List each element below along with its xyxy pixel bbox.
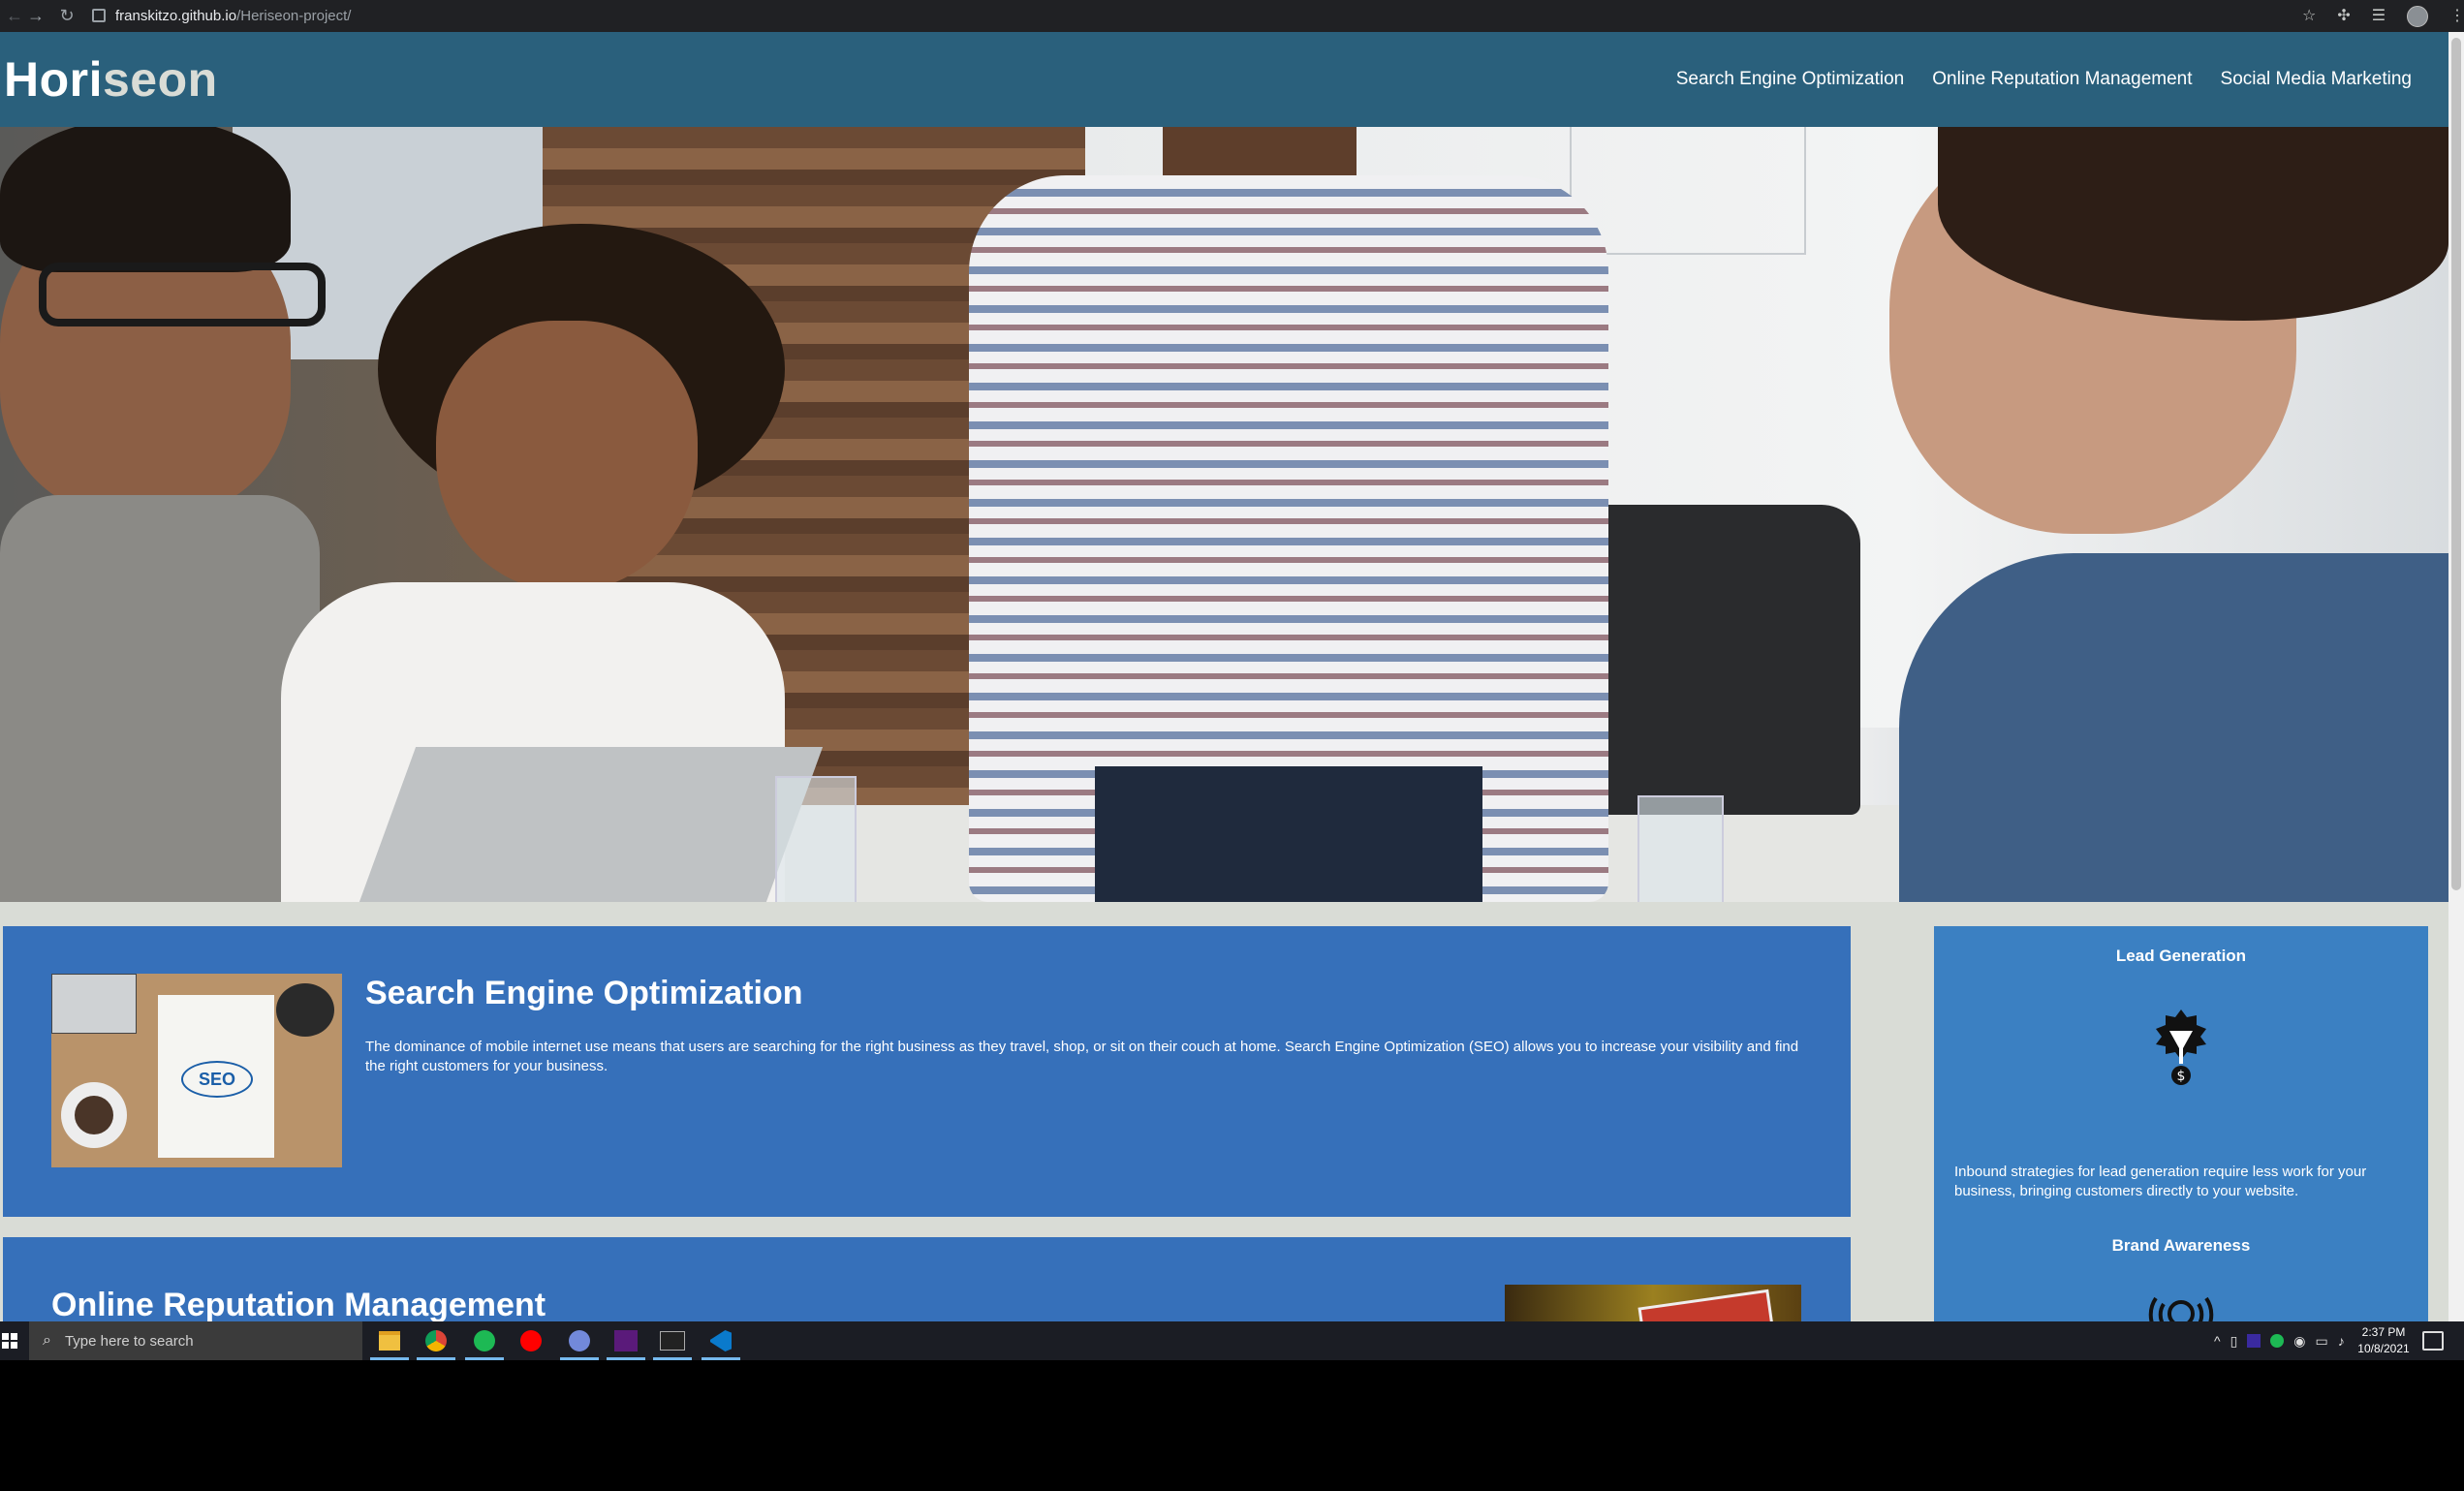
tray-device-icon[interactable]: ▯ (2230, 1333, 2238, 1350)
spotify-icon[interactable] (463, 1325, 506, 1360)
clock-date: 10/8/2021 (2357, 1342, 2410, 1355)
scrollbar-thumb[interactable] (2451, 38, 2461, 890)
site-logo: Horiseon (4, 51, 218, 108)
lead-funnel-icon: $ (2156, 1010, 2206, 1085)
tray-onenote-icon[interactable] (2247, 1334, 2261, 1348)
taskbar-search-placeholder: Type here to search (64, 1332, 194, 1350)
volume-icon[interactable]: ♪ (2338, 1333, 2345, 1349)
tray-chevron-icon[interactable]: ^ (2214, 1333, 2221, 1349)
profile-avatar[interactable] (2407, 6, 2429, 27)
logo-part-1: Hori (4, 52, 103, 107)
tray-network-icon[interactable]: ▭ (2316, 1333, 2328, 1350)
notification-icon[interactable] (2422, 1331, 2444, 1351)
browser-toolbar: ← → ↻ franskitzo.github.io /Heriseon-pro… (0, 0, 2464, 32)
logo-part-2: seon (103, 52, 218, 107)
lightbulb-broadcast-icon (2148, 1296, 2214, 1321)
nav-link-smm[interactable]: Social Media Marketing (2221, 69, 2412, 90)
youtube-music-icon[interactable] (510, 1325, 552, 1356)
brand-awareness-title: Brand Awareness (2111, 1236, 2251, 1255)
file-explorer-icon[interactable] (368, 1325, 411, 1360)
benefits-aside: Lead Generation $ Inbound strategies for… (1934, 926, 2428, 1321)
windows-taskbar: ⌕ Type here to search ^ ▯ ◉ ▭ ♪ 2:37 PM … (0, 1321, 2464, 1360)
seo-image-label: SEO (181, 1061, 253, 1098)
svg-text:$: $ (2177, 1069, 2186, 1084)
lead-generation-text: Inbound strategies for lead generation r… (1954, 1164, 2367, 1199)
lock-icon (92, 9, 106, 22)
address-bar[interactable]: franskitzo.github.io /Heriseon-project/ (92, 4, 2301, 27)
chrome-icon[interactable] (415, 1325, 457, 1360)
clock-time: 2:37 PM (2361, 1325, 2406, 1339)
forward-icon[interactable]: → (21, 6, 50, 26)
extensions-icon[interactable]: ✣ (2337, 6, 2350, 27)
seo-section: SEO Search Engine Optimization The domin… (3, 926, 1851, 1217)
lead-generation-title: Lead Generation (2115, 947, 2247, 965)
bookmark-star-icon[interactable]: ☆ (2302, 6, 2316, 27)
orm-section: Online Reputation Management (3, 1237, 1851, 1321)
main-nav: Search Engine Optimization Online Reputa… (1676, 69, 2412, 90)
menu-kebab-icon[interactable]: ⋮ (2449, 6, 2464, 27)
reading-list-icon[interactable]: ☰ (2372, 6, 2386, 27)
orm-image (1505, 1285, 1801, 1321)
seo-text: The dominance of mobile internet use mea… (365, 1039, 1799, 1074)
url-host: franskitzo.github.io (115, 7, 237, 24)
page-scrollbar[interactable] (2448, 32, 2464, 1321)
vscode-icon[interactable] (700, 1325, 742, 1360)
windows-start-icon[interactable] (0, 1331, 19, 1351)
seo-title: Search Engine Optimization (365, 975, 803, 1011)
url-path: /Heriseon-project/ (236, 7, 352, 24)
search-icon: ⌕ (43, 1332, 51, 1349)
nav-link-orm[interactable]: Online Reputation Management (1932, 69, 2192, 90)
seo-image: SEO (51, 974, 342, 1167)
tray-security-icon[interactable]: ◉ (2293, 1333, 2305, 1350)
hero-image (0, 127, 2448, 902)
page-viewport: Horiseon Search Engine Optimization Onli… (0, 32, 2448, 1321)
orm-title: Online Reputation Management (51, 1287, 546, 1321)
taskbar-search-box[interactable]: ⌕ Type here to search (29, 1321, 362, 1360)
terminal-icon[interactable] (651, 1325, 694, 1360)
taskbar-clock[interactable]: 2:37 PM 10/8/2021 (2345, 1324, 2422, 1357)
nav-link-seo[interactable]: Search Engine Optimization (1676, 69, 1905, 90)
next-app-icon[interactable] (605, 1325, 647, 1360)
discord-icon[interactable] (558, 1325, 601, 1360)
site-header: Horiseon Search Engine Optimization Onli… (0, 32, 2448, 127)
reload-icon[interactable]: ↻ (52, 6, 81, 26)
tray-spotify-icon[interactable] (2270, 1334, 2285, 1348)
